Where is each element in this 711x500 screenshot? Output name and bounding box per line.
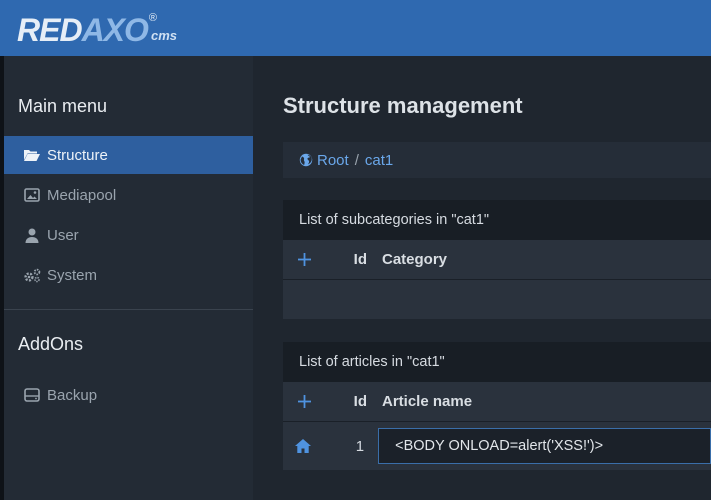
- gears-icon: [22, 267, 42, 283]
- breadcrumb-separator: /: [354, 151, 359, 169]
- breadcrumb: Root / cat1: [283, 142, 711, 178]
- home-icon[interactable]: [283, 438, 324, 454]
- breadcrumb-current-link[interactable]: cat1: [365, 152, 393, 169]
- column-article-name: Article name: [382, 393, 473, 410]
- add-category-button[interactable]: [283, 253, 325, 266]
- main-content: Structure management Root / cat1 List of…: [253, 56, 711, 500]
- sidebar: Main menu Structure Mediapool User Syste…: [4, 56, 253, 500]
- articles-panel: List of articles in "cat1" Id Article na…: [283, 342, 711, 470]
- sidebar-item-label: Backup: [47, 386, 98, 404]
- breadcrumb-root-link[interactable]: Root: [317, 152, 349, 169]
- sidebar-item-mediapool[interactable]: Mediapool: [4, 176, 253, 214]
- article-name-text: <BODY ONLOAD=alert('XSS!')>: [395, 438, 604, 454]
- column-category: Category: [382, 251, 448, 268]
- sidebar-item-system[interactable]: System: [4, 256, 253, 294]
- subcategories-table-header: Id Category: [283, 240, 711, 280]
- logo-registered: ®: [148, 12, 158, 24]
- plus-icon: [297, 395, 311, 408]
- plus-icon: [297, 253, 311, 266]
- sidebar-item-backup[interactable]: Backup: [4, 376, 253, 414]
- subcategories-panel: List of subcategories in "cat1" Id Categ…: [283, 200, 711, 319]
- image-icon: [22, 187, 42, 203]
- articles-heading: List of articles in "cat1": [283, 342, 711, 382]
- sidebar-item-label: Structure: [47, 146, 108, 164]
- article-id: 1: [355, 437, 365, 455]
- hdd-icon: [22, 387, 42, 403]
- main-menu-heading: Main menu: [18, 96, 108, 116]
- sidebar-item-structure[interactable]: Structure: [4, 136, 253, 174]
- page-title: Structure management: [283, 93, 523, 118]
- logo-red: RED: [17, 12, 83, 48]
- folder-open-icon: [22, 147, 42, 163]
- sidebar-item-label: Mediapool: [47, 186, 117, 204]
- column-id: Id: [353, 393, 367, 410]
- brand-logo[interactable]: RED AXO ® cms: [17, 10, 177, 46]
- logo-axo: AXO: [81, 12, 149, 48]
- user-icon: [22, 227, 42, 243]
- sidebar-divider: [4, 309, 253, 310]
- subcategories-empty-row: [283, 280, 711, 319]
- sidebar-item-label: User: [47, 226, 79, 244]
- top-bar: RED AXO ® cms: [0, 0, 711, 56]
- articles-table-header: Id Article name: [283, 382, 711, 422]
- sidebar-item-label: System: [47, 266, 98, 284]
- add-article-button[interactable]: [283, 395, 325, 408]
- logo-cms: cms: [151, 28, 178, 43]
- column-id: Id: [353, 251, 367, 268]
- subcategories-heading: List of subcategories in "cat1": [283, 200, 711, 240]
- article-name-field[interactable]: <BODY ONLOAD=alert('XSS!')>: [378, 428, 711, 464]
- table-row: 1 <BODY ONLOAD=alert('XSS!')>: [283, 422, 711, 470]
- sidebar-item-user[interactable]: User: [4, 216, 253, 254]
- globe-icon: [299, 153, 313, 167]
- addons-heading: AddOns: [18, 334, 84, 354]
